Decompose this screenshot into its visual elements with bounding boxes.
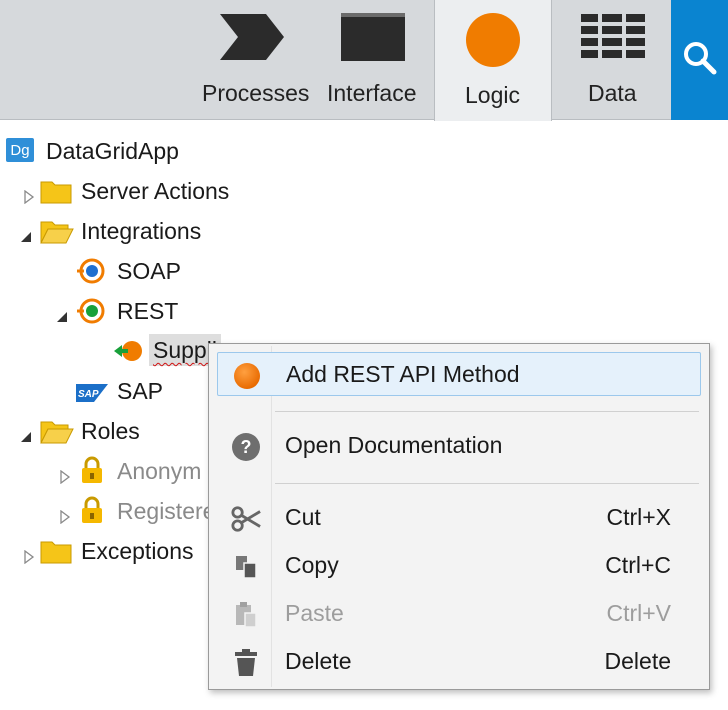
tree-item-exceptions[interactable]: Exceptions [0, 532, 208, 568]
tab-logic[interactable]: Logic [434, 0, 552, 121]
folder-icon [40, 538, 72, 568]
rest-consume-icon [112, 338, 144, 370]
tree-item-label: Integrations [81, 218, 202, 244]
search-button[interactable] [671, 0, 728, 120]
menu-separator [275, 483, 699, 484]
tree-item-label: Exceptions [81, 538, 194, 564]
tree-item-soap[interactable]: SOAP [0, 252, 300, 288]
tree-item-rest[interactable]: REST [0, 292, 300, 328]
scissors-icon [231, 504, 261, 534]
tab-label: Interface [327, 80, 417, 106]
tab-processes[interactable]: Processes [194, 0, 312, 120]
menu-item-label: Add REST API Method [286, 361, 520, 387]
tab-label: Logic [465, 82, 520, 108]
collapse-arrow-icon[interactable] [19, 223, 33, 242]
tab-data[interactable]: Data [556, 0, 668, 120]
expand-arrow-icon[interactable] [58, 503, 72, 525]
menu-item-shortcut: Delete [604, 648, 671, 674]
menu-item-shortcut: Ctrl+X [606, 504, 671, 530]
folder-icon [40, 178, 72, 210]
tab-interface[interactable]: Interface [318, 0, 428, 120]
menu-separator [275, 411, 699, 412]
sap-logo-icon: SAP [76, 381, 108, 408]
menu-item-label: Copy [285, 552, 339, 578]
lock-icon [80, 496, 104, 528]
tree-item-sap[interactable]: SAP SAP [0, 372, 200, 408]
menu-item-cut[interactable]: Cut Ctrl+X [217, 496, 701, 540]
top-tab-bar: Processes Interface Logic Data [0, 0, 728, 121]
menu-item-delete[interactable]: Delete Delete [217, 640, 701, 684]
expand-arrow-icon[interactable] [22, 543, 36, 565]
menu-item-add-rest-api-method[interactable]: Add REST API Method [217, 352, 701, 396]
copy-icon [231, 552, 261, 582]
collapse-arrow-icon[interactable] [55, 303, 69, 322]
tree-root-app[interactable]: Dg DataGridApp [0, 132, 300, 168]
menu-item-label: Cut [285, 504, 321, 530]
svg-text:SAP: SAP [78, 389, 99, 400]
tree-item-roles[interactable]: Roles [0, 412, 200, 448]
orange-circle-icon [232, 361, 262, 391]
tree-item-label: REST [117, 298, 179, 324]
tree-item-server-actions[interactable]: Server Actions [0, 172, 300, 208]
paste-icon [231, 600, 261, 630]
search-icon [682, 40, 718, 81]
menu-item-label: Paste [285, 600, 344, 626]
expand-arrow-icon[interactable] [22, 183, 36, 205]
menu-item-label: Delete [285, 648, 352, 674]
tree-item-label: Server Actions [81, 178, 230, 204]
tree-item-registered[interactable]: Registere [0, 492, 208, 528]
expand-arrow-icon[interactable] [58, 463, 72, 485]
tree-item-label: Registere [117, 498, 208, 524]
menu-item-shortcut: Ctrl+V [606, 600, 671, 626]
rest-icon [76, 298, 108, 330]
tab-label: Data [588, 80, 637, 106]
tab-label: Processes [202, 80, 310, 106]
menu-item-copy[interactable]: Copy Ctrl+C [217, 544, 701, 588]
soap-icon [76, 258, 108, 290]
svg-text:?: ? [241, 437, 252, 457]
collapse-arrow-icon[interactable] [19, 423, 33, 442]
trash-icon [231, 648, 261, 678]
tree-item-label: Anonym [117, 458, 202, 484]
interface-window-icon [340, 12, 406, 67]
folder-open-icon [40, 218, 74, 250]
processes-chevron-icon [218, 12, 286, 67]
logic-circle-icon [465, 12, 521, 73]
app-badge-icon: Dg [6, 138, 34, 162]
app-name: DataGridApp [46, 138, 179, 164]
data-grid-icon [580, 12, 646, 67]
help-icon: ? [231, 432, 261, 462]
menu-item-label: Open Documentation [285, 432, 503, 458]
tree-item-label: SAP [117, 378, 164, 404]
tree-item-label: SOAP [117, 258, 181, 284]
menu-item-paste[interactable]: Paste Ctrl+V [217, 592, 701, 636]
folder-open-icon [40, 418, 74, 450]
tree-item-label: Roles [81, 418, 140, 444]
tree-item-anonymous[interactable]: Anonym [0, 452, 208, 488]
lock-icon [80, 456, 104, 488]
tree-item-integrations[interactable]: Integrations [0, 212, 300, 248]
menu-item-shortcut: Ctrl+C [605, 552, 671, 578]
menu-item-open-documentation[interactable]: ? Open Documentation [217, 424, 701, 468]
context-menu: Add REST API Method ? Open Documentation… [208, 343, 710, 690]
